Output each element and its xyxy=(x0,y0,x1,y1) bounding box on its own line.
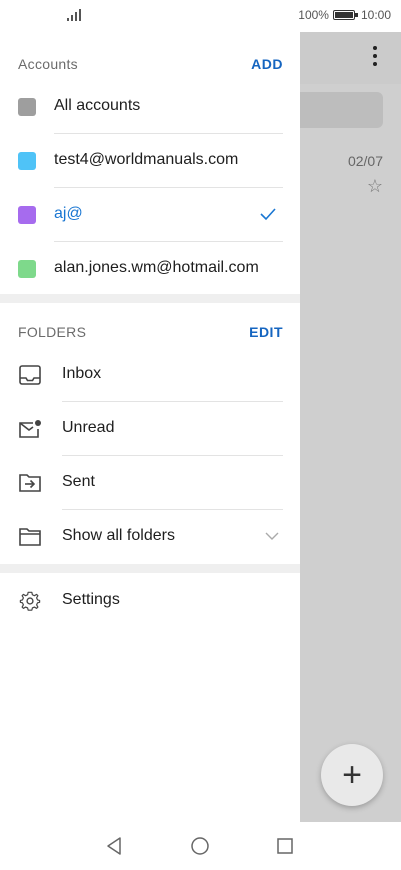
status-bar: 100% 10:00 xyxy=(0,0,401,32)
compose-button[interactable]: + xyxy=(321,744,383,806)
folder-label: Show all folders xyxy=(62,527,175,544)
account-color-swatch xyxy=(18,206,36,224)
home-icon[interactable] xyxy=(190,836,210,856)
folder-item-sent[interactable]: Sent xyxy=(0,456,300,510)
status-right: 100% 10:00 xyxy=(298,8,391,22)
gear-icon xyxy=(19,591,41,611)
account-item-test4[interactable]: test4@worldmanuals.com xyxy=(0,134,300,188)
folder-item-inbox[interactable]: Inbox xyxy=(0,348,300,402)
system-nav-bar xyxy=(0,822,401,870)
folder-label: Inbox xyxy=(62,365,102,382)
battery-percent: 100% xyxy=(298,8,329,22)
folder-label: Unread xyxy=(62,419,115,436)
account-color-swatch xyxy=(18,98,36,116)
accounts-header: Accounts ADD xyxy=(0,50,300,80)
chevron-down-icon[interactable] xyxy=(265,532,279,541)
folders-title: FOLDERS xyxy=(18,324,87,340)
folder-label: Sent xyxy=(62,473,95,490)
account-item-hotmail[interactable]: alan.jones.wm@hotmail.com xyxy=(0,242,300,296)
account-label: aj@ xyxy=(54,205,83,222)
settings-item[interactable]: Settings xyxy=(0,574,300,628)
battery-icon xyxy=(332,10,358,20)
account-label: All accounts xyxy=(54,97,141,114)
settings-label: Settings xyxy=(62,591,120,608)
account-label: alan.jones.wm@hotmail.com xyxy=(54,259,259,276)
recents-icon[interactable] xyxy=(275,836,295,856)
folders-header: FOLDERS EDIT xyxy=(0,318,300,348)
background-mail-list[interactable]: 02/07 ☆ + xyxy=(300,0,401,822)
navigation-drawer: Accounts ADD All accounts test4@worldman… xyxy=(0,0,300,822)
folders-icon xyxy=(19,528,41,546)
checkmark-icon xyxy=(260,208,276,221)
sent-icon xyxy=(19,474,41,492)
signal-icon xyxy=(67,9,81,21)
star-icon[interactable]: ☆ xyxy=(367,176,383,197)
edit-folders-button[interactable]: EDIT xyxy=(249,324,283,340)
section-separator xyxy=(0,564,300,573)
more-vertical-icon[interactable] xyxy=(372,46,378,68)
account-color-swatch xyxy=(18,152,36,170)
accounts-title: Accounts xyxy=(18,56,78,72)
account-label: test4@worldmanuals.com xyxy=(54,151,239,168)
add-account-button[interactable]: ADD xyxy=(251,56,283,72)
folder-item-show-all[interactable]: Show all folders xyxy=(0,510,300,564)
message-date: 02/07 xyxy=(347,153,383,169)
folder-item-unread[interactable]: Unread xyxy=(0,402,300,456)
clock: 10:00 xyxy=(360,8,391,22)
back-icon[interactable] xyxy=(104,836,124,856)
account-color-swatch xyxy=(18,260,36,278)
account-item-all[interactable]: All accounts xyxy=(0,80,300,134)
unread-mail-icon xyxy=(19,420,41,438)
account-item-aj[interactable]: aj@ xyxy=(0,188,300,242)
background-search-bar[interactable] xyxy=(300,92,383,128)
inbox-icon xyxy=(19,365,41,385)
section-separator xyxy=(0,294,300,303)
